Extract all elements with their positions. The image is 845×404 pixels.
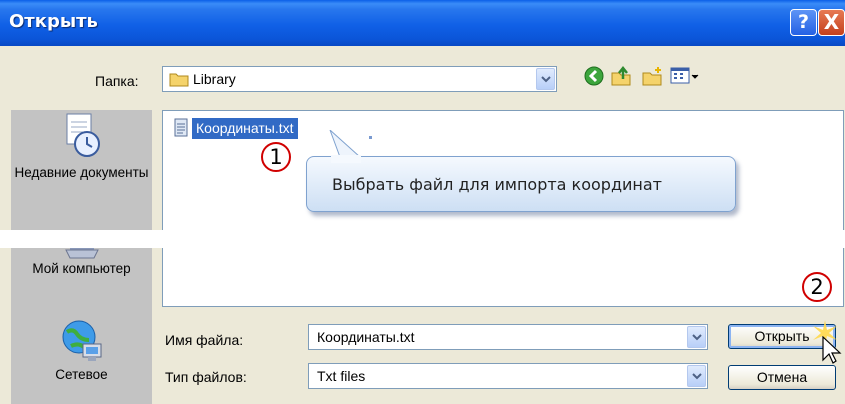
network-icon	[62, 320, 101, 361]
hint-text: Выбрать файл для импорта координат	[332, 175, 662, 194]
place-recent-documents-label: Недавние документы	[14, 165, 149, 180]
lookin-label: Папка:	[95, 73, 139, 89]
folder-icon	[169, 73, 189, 87]
recent-documents-icon	[66, 113, 100, 157]
divider-strip	[0, 230, 845, 248]
callout-pointer-fill	[331, 155, 361, 163]
cancel-button[interactable]: Отмена	[728, 365, 836, 390]
file-name: Координаты.txt	[192, 118, 298, 139]
back-icon[interactable]	[583, 65, 605, 87]
mouse-cursor-icon	[822, 336, 842, 364]
help-button[interactable]: ?	[790, 9, 817, 36]
filename-field[interactable]: Координаты.txt	[308, 324, 708, 350]
chevron-down-icon[interactable]	[687, 365, 706, 387]
chevron-down-icon[interactable]	[687, 326, 706, 348]
view-menu-icon[interactable]	[669, 65, 699, 87]
chevron-down-icon[interactable]	[536, 68, 555, 90]
step-badge-1: 1	[261, 142, 291, 172]
step-badge-2: 2	[802, 272, 832, 302]
title-bar[interactable]: Открыть ? X	[0, 0, 845, 46]
place-network[interactable]: Сетевое	[11, 318, 152, 383]
place-my-computer-label: Мой компьютер	[32, 261, 131, 276]
text-file-icon	[174, 118, 188, 137]
filename-label: Имя файла:	[165, 332, 244, 348]
places-bar: Недавние документы Мой компьютер Сетевое	[11, 110, 152, 404]
filetype-dropdown[interactable]: Txt files	[308, 363, 708, 389]
lookin-value: Library	[193, 71, 236, 87]
close-button[interactable]: X	[818, 9, 845, 36]
window-title: Открыть	[9, 11, 98, 32]
filename-value: Координаты.txt	[317, 329, 415, 345]
up-folder-icon[interactable]	[610, 65, 632, 87]
place-network-label: Сетевое	[55, 367, 108, 382]
filetype-label: Тип файлов:	[165, 369, 247, 385]
hint-callout: Выбрать файл для импорта координат	[306, 156, 736, 212]
new-folder-icon[interactable]	[641, 65, 663, 87]
lookin-dropdown[interactable]: Library	[162, 66, 557, 92]
open-dialog: Открыть ? X Папка: Library Недавние доку…	[0, 0, 845, 404]
filetype-value: Txt files	[317, 368, 366, 384]
place-recent-documents[interactable]: Недавние документы	[11, 110, 152, 181]
